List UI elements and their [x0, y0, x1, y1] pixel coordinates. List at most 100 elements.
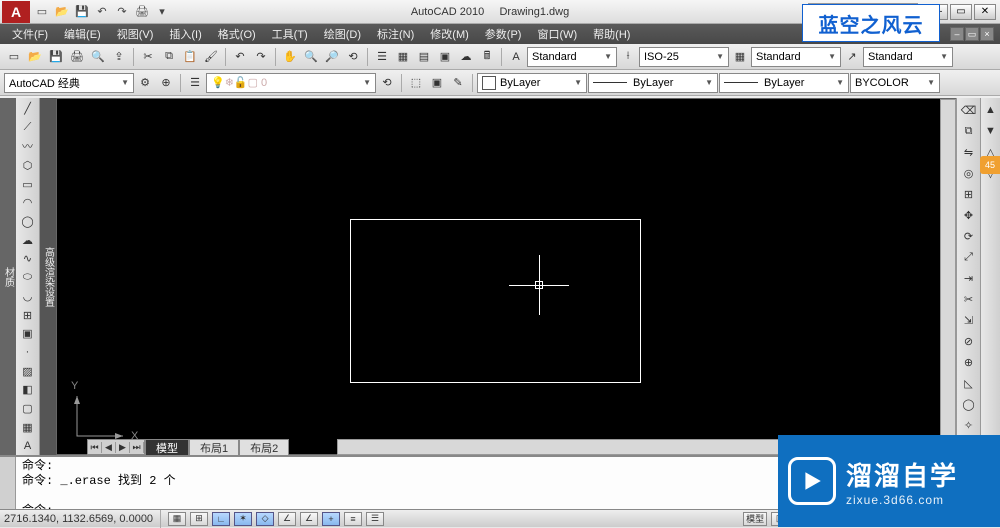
- cmdline-grip[interactable]: [0, 457, 16, 509]
- cut-icon[interactable]: ✂: [138, 47, 158, 67]
- zoom-win-icon[interactable]: 🔎: [322, 47, 342, 67]
- doc-close-button[interactable]: ×: [980, 27, 994, 41]
- extend-icon[interactable]: ⇲: [959, 310, 979, 330]
- explode-icon[interactable]: ✧: [959, 415, 979, 435]
- zoom-rt-icon[interactable]: 🔍: [301, 47, 321, 67]
- menu-insert[interactable]: 插入(I): [161, 24, 209, 44]
- zoom-prev-icon[interactable]: ⟲: [343, 47, 363, 67]
- doc-minimize-button[interactable]: –: [950, 27, 964, 41]
- save-icon[interactable]: 💾: [46, 47, 66, 67]
- copy-obj-icon[interactable]: ⧉: [959, 121, 979, 141]
- move-icon[interactable]: ✥: [959, 205, 979, 225]
- properties-icon[interactable]: ☰: [372, 47, 392, 67]
- pline-icon[interactable]: 〰: [18, 137, 38, 155]
- qa-undo-icon[interactable]: ↶: [93, 3, 111, 21]
- make-block-icon[interactable]: ▣: [427, 73, 447, 93]
- mleader-style-combo[interactable]: Standard▼: [863, 47, 953, 67]
- offset-icon[interactable]: ◎: [959, 163, 979, 183]
- workspace-settings-icon[interactable]: ⚙: [135, 73, 155, 93]
- osnap-toggle[interactable]: ◇: [256, 512, 274, 526]
- ortho-toggle[interactable]: ∟: [212, 512, 230, 526]
- tpalette-icon[interactable]: ▤: [414, 47, 434, 67]
- doc-restore-button[interactable]: ▭: [965, 27, 979, 41]
- mtext-icon[interactable]: A: [18, 437, 38, 455]
- maximize-button[interactable]: ▭: [950, 4, 972, 20]
- color-combo[interactable]: ByLayer▼: [477, 73, 587, 93]
- block-icon[interactable]: ▣: [18, 325, 38, 343]
- drawing-canvas[interactable]: Y X ⏮◀▶⏭ 模型 布局1 布局2: [56, 98, 956, 455]
- lineweight-combo[interactable]: ByLayer▼: [719, 73, 849, 93]
- layer-combo[interactable]: 💡❄🔓▢ 0▼: [206, 73, 376, 93]
- erase-icon[interactable]: ⌫: [959, 100, 979, 120]
- revcloud-icon[interactable]: ☁: [18, 231, 38, 249]
- dyn-toggle[interactable]: +: [322, 512, 340, 526]
- qa-redo-icon[interactable]: ↷: [113, 3, 131, 21]
- trim-icon[interactable]: ✂: [959, 289, 979, 309]
- model-space-button[interactable]: 模型: [743, 512, 767, 526]
- tab-layout2[interactable]: 布局2: [239, 439, 289, 455]
- ellipse-icon[interactable]: ⬭: [18, 269, 38, 287]
- front-icon[interactable]: ▲: [981, 100, 1000, 120]
- menu-param[interactable]: 参数(P): [477, 24, 530, 44]
- layout-nav[interactable]: ⏮◀▶⏭: [87, 439, 145, 455]
- qa-open-icon[interactable]: 📂: [53, 3, 71, 21]
- menu-draw[interactable]: 绘图(D): [316, 24, 369, 44]
- insert-icon[interactable]: ⊞: [18, 306, 38, 324]
- menu-file[interactable]: 文件(F): [4, 24, 56, 44]
- point-icon[interactable]: ·: [18, 344, 38, 362]
- back-icon[interactable]: ▼: [981, 121, 1000, 141]
- lwt-toggle[interactable]: ≡: [344, 512, 362, 526]
- line-icon[interactable]: ╱: [18, 100, 38, 118]
- open-icon[interactable]: 📂: [25, 47, 45, 67]
- plotstyle-combo[interactable]: BYCOLOR▼: [850, 73, 940, 93]
- menu-edit[interactable]: 编辑(E): [56, 24, 109, 44]
- menu-help[interactable]: 帮助(H): [585, 24, 638, 44]
- calc-icon[interactable]: 🖩: [477, 47, 497, 67]
- layer-prev-icon[interactable]: ⟲: [377, 73, 397, 93]
- hatch-icon[interactable]: ▨: [18, 362, 38, 380]
- gradient-icon[interactable]: ◧: [18, 381, 38, 399]
- match-icon[interactable]: 🖌: [201, 47, 221, 67]
- table-style-combo[interactable]: Standard▼: [751, 47, 841, 67]
- tablestyle-icon[interactable]: ▦: [730, 47, 750, 67]
- app-logo[interactable]: A: [2, 1, 30, 23]
- coords-readout[interactable]: 2716.1340, 1132.6569, 0.0000: [4, 513, 153, 525]
- grid-toggle[interactable]: ⊞: [190, 512, 208, 526]
- linetype-combo[interactable]: ByLayer▼: [588, 73, 718, 93]
- menu-modify[interactable]: 修改(M): [422, 24, 477, 44]
- tool-palettes-tab-left[interactable]: 材质: [0, 98, 16, 455]
- mleaderstyle-icon[interactable]: ↗: [842, 47, 862, 67]
- otrack-toggle[interactable]: ∠: [278, 512, 296, 526]
- array-icon[interactable]: ⊞: [959, 184, 979, 204]
- qa-dropdown-icon[interactable]: ▾: [153, 3, 171, 21]
- circle-icon[interactable]: ◯: [18, 213, 38, 231]
- pan-icon[interactable]: ✋: [280, 47, 300, 67]
- undo-icon[interactable]: ↶: [230, 47, 250, 67]
- menu-dim[interactable]: 标注(N): [369, 24, 422, 44]
- insert-block-icon[interactable]: ⬚: [406, 73, 426, 93]
- snap-toggle[interactable]: ▦: [168, 512, 186, 526]
- spline-icon[interactable]: ∿: [18, 250, 38, 268]
- menu-tools[interactable]: 工具(T): [264, 24, 316, 44]
- paste-icon[interactable]: 📋: [180, 47, 200, 67]
- new-icon[interactable]: ▭: [4, 47, 24, 67]
- publish-icon[interactable]: ⇪: [109, 47, 129, 67]
- canvas-v-scrollbar[interactable]: [940, 99, 956, 438]
- region-icon[interactable]: ▢: [18, 400, 38, 418]
- join-icon[interactable]: ⊕: [959, 352, 979, 372]
- redo-icon[interactable]: ↷: [251, 47, 271, 67]
- copy-icon[interactable]: ⧉: [159, 47, 179, 67]
- tab-layout1[interactable]: 布局1: [189, 439, 239, 455]
- qa-save-icon[interactable]: 💾: [73, 3, 91, 21]
- dimstyle-icon[interactable]: ⟊: [618, 47, 638, 67]
- ssm-icon[interactable]: ▣: [435, 47, 455, 67]
- render-palette-tab[interactable]: 高级渲染设置: [40, 98, 56, 455]
- text-style-combo[interactable]: Standard▼: [527, 47, 617, 67]
- tab-model[interactable]: 模型: [145, 439, 189, 455]
- workspace-combo[interactable]: AutoCAD 经典▼: [4, 73, 134, 93]
- scale-icon[interactable]: ⤢: [959, 247, 979, 267]
- qa-print-icon[interactable]: 🖨: [133, 3, 151, 21]
- ducs-toggle[interactable]: ∠: [300, 512, 318, 526]
- layer-props-icon[interactable]: ☰: [185, 73, 205, 93]
- break-icon[interactable]: ⊘: [959, 331, 979, 351]
